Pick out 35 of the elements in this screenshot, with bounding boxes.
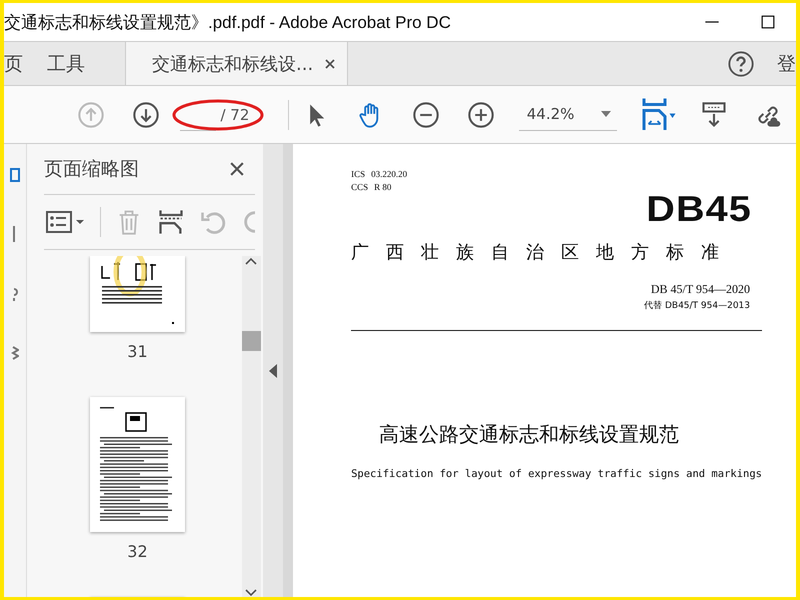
classification-code: 03.220.20 <box>371 168 408 181</box>
classification-code: R 80 <box>374 181 392 194</box>
document-subtitle: Specification for layout of expressway traffic signs and markings <box>351 468 762 480</box>
document-title: 高速公路交通标志和标线设置规范 <box>379 421 680 448</box>
page-thumbnail[interactable] <box>90 397 185 532</box>
window-title: 交通标志和标线设置规范》.pdf.pdf - Adobe Acrobat Pro DC <box>4 12 452 34</box>
panel-title: 页面缩略图 <box>44 157 139 182</box>
page-count: / 72 <box>220 106 250 124</box>
classification-label: CCS <box>351 181 368 194</box>
collapse-panel-icon[interactable] <box>269 364 278 378</box>
zoom-dropdown[interactable]: 44.2% <box>518 98 618 131</box>
page-icon[interactable] <box>8 166 21 184</box>
page-number: 32 <box>127 542 148 561</box>
close-icon[interactable] <box>325 58 336 68</box>
next-page-icon[interactable] <box>132 100 160 128</box>
replaces-note: 代替 DB45/T 954—2013 <box>643 300 750 312</box>
tab[interactable]: 工具 <box>35 42 97 85</box>
standard-logo: DB45 <box>645 188 752 230</box>
caret-icon <box>601 111 612 117</box>
scrollbar-thumb[interactable] <box>242 331 261 351</box>
authority-heading: 广西壮族自治区地方标准 <box>351 241 738 264</box>
scroll-down-icon[interactable] <box>244 587 258 597</box>
tab[interactable]: 交通标志和标线设... <box>125 42 348 85</box>
standard-number: DB 45/T 954—2020 <box>650 282 750 297</box>
classification-label: ICS <box>351 168 366 181</box>
tab[interactable]: 页 <box>4 42 35 85</box>
sign-in-link[interactable]: 登 <box>755 42 796 85</box>
zoom-out-icon[interactable] <box>412 100 440 128</box>
page-number: 31 <box>127 342 148 361</box>
scroll-mode-icon[interactable] <box>700 100 728 128</box>
page-thumbnail[interactable] <box>90 256 185 332</box>
options-menu-icon[interactable] <box>44 208 86 236</box>
help-icon[interactable] <box>727 50 755 78</box>
extract-page-icon[interactable] <box>156 208 185 236</box>
zoom-in-icon[interactable] <box>467 100 496 128</box>
